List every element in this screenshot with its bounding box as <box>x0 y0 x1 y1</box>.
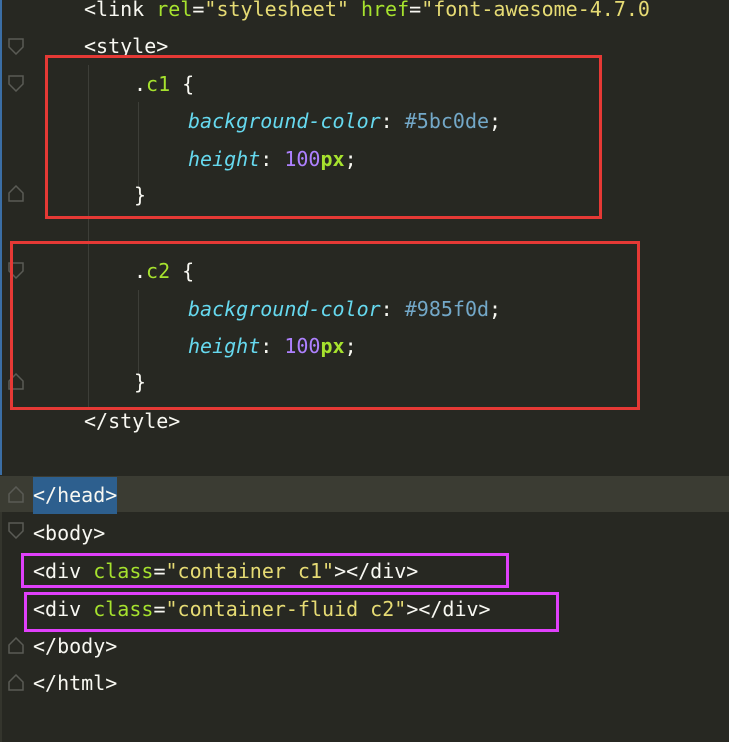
code-text: <body> <box>33 515 105 552</box>
code-line-blank2[interactable] <box>0 440 729 477</box>
code-line-html-close[interactable]: </html> <box>0 665 729 702</box>
fold-open-icon[interactable] <box>8 522 24 539</box>
code-line-body-close[interactable]: </body> <box>0 628 729 665</box>
fold-close-icon[interactable] <box>8 637 24 654</box>
fold-close-icon[interactable] <box>8 486 24 503</box>
code-line-link[interactable]: <link rel="stylesheet" href="font-awesom… <box>0 0 729 28</box>
code-text: </body> <box>33 628 117 665</box>
fold-close-icon[interactable] <box>8 185 24 202</box>
token-tag: </html> <box>33 671 118 695</box>
token-attr: rel <box>156 0 193 21</box>
token-tag <box>349 0 361 21</box>
token-tag: <link <box>84 0 157 21</box>
fold-open-icon[interactable] <box>8 75 24 92</box>
token-str: "stylesheet" <box>204 0 349 21</box>
code-text: </html> <box>33 665 117 702</box>
token-tag: </body> <box>33 634 118 658</box>
annotation-box-div1 <box>21 553 509 588</box>
fold-close-icon[interactable] <box>8 674 24 691</box>
code-line-head-close[interactable]: </head> <box>0 477 729 514</box>
token-tag: <body> <box>33 521 106 545</box>
token-tag: = <box>192 0 205 21</box>
code-text: </head> <box>33 477 118 514</box>
annotation-box-c2 <box>10 241 640 410</box>
code-line-body-open[interactable]: <body> <box>0 515 729 552</box>
token-attr: href <box>360 0 410 21</box>
token-tag: </style> <box>84 409 181 433</box>
fold-open-icon[interactable] <box>8 38 24 55</box>
code-text: <link rel="stylesheet" href="font-awesom… <box>84 0 650 28</box>
annotation-box-div2 <box>24 592 559 632</box>
annotation-box-c1 <box>45 55 602 219</box>
token-tag: </head> <box>33 483 118 507</box>
token-str: "font-awesome-4.7.0 <box>421 0 650 21</box>
token-tag: = <box>409 0 422 21</box>
